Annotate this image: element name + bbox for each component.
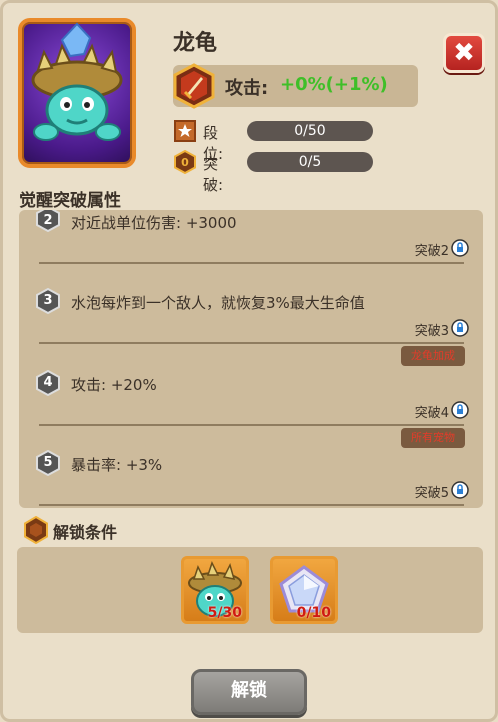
hero-name: 龙龟 xyxy=(173,31,218,56)
divider xyxy=(39,342,464,344)
unlock-button[interactable]: 解锁 xyxy=(191,669,307,715)
sword-icon xyxy=(173,63,215,109)
divider xyxy=(39,424,464,426)
attribute-requirement: 突破2 xyxy=(414,244,449,259)
level-3-number: 3 xyxy=(43,293,53,308)
close-icon: ✖ xyxy=(453,38,475,68)
attribute-text: 对近战单位伤害: +3000 xyxy=(71,214,237,232)
attack-label: 攻击: xyxy=(225,78,269,99)
attributes-title: 觉醒突破属性 xyxy=(19,191,121,211)
unlock-title-label: 解锁条件 xyxy=(53,523,118,542)
hero-detail-panel: 龙龟 ✖ 攻击: +0%(+1%) 段位: 0/50 0 突破: 0/5 觉醒突… xyxy=(0,0,498,722)
item-slot-crystal[interactable]: 0/10 xyxy=(270,556,338,624)
attributes-list[interactable]: 2 对近战单位伤害: +3000 突破2 3 水泡每炸到一个敌人，就恢复3%最大… xyxy=(19,210,483,508)
lock-icon xyxy=(451,319,469,337)
attribute-requirement: 突破4 xyxy=(414,406,449,421)
attribute-text: 暴击率: +3% xyxy=(71,456,163,474)
attribute-tag: 所有宠物 xyxy=(401,428,465,448)
lock-icon xyxy=(451,401,469,419)
level-2-number: 2 xyxy=(43,213,53,228)
close-button[interactable]: ✖ xyxy=(443,33,485,73)
hexagon-icon xyxy=(24,516,48,544)
attribute-requirement: 突破5 xyxy=(414,486,449,501)
attack-bar: 攻击: +0%(+1%) xyxy=(173,63,418,109)
attribute-text: 水泡每炸到一个敌人，就恢复3%最大生命值 xyxy=(71,294,365,312)
divider xyxy=(39,504,464,506)
svg-text:0: 0 xyxy=(181,156,189,169)
hero-portrait xyxy=(18,18,136,168)
item-count: 0/10 xyxy=(296,605,331,621)
breakthrough-icon: 0 xyxy=(174,150,196,174)
attribute-requirement: 突破3 xyxy=(414,324,449,339)
divider xyxy=(39,262,464,264)
breakthrough-progress-bar: 0/5 xyxy=(247,152,373,172)
attribute-tag: 龙龟加成 xyxy=(401,346,465,366)
breakthrough-label: 突破: xyxy=(203,155,224,194)
level-4-number: 4 xyxy=(43,375,53,390)
item-count: 5/30 xyxy=(207,605,242,621)
dragon-turtle-icon xyxy=(31,22,123,141)
star-icon xyxy=(174,120,196,142)
level-5-number: 5 xyxy=(43,455,53,470)
attack-value: +0%(+1%) xyxy=(280,74,388,95)
rank-progress-bar: 0/50 xyxy=(247,121,373,141)
unlock-conditions-box: 5/30 0/10 xyxy=(17,547,483,633)
lock-icon xyxy=(451,239,469,257)
attribute-text: 攻击: +20% xyxy=(71,376,157,394)
lock-icon xyxy=(451,481,469,499)
item-slot-hero-shard[interactable]: 5/30 xyxy=(181,556,249,624)
